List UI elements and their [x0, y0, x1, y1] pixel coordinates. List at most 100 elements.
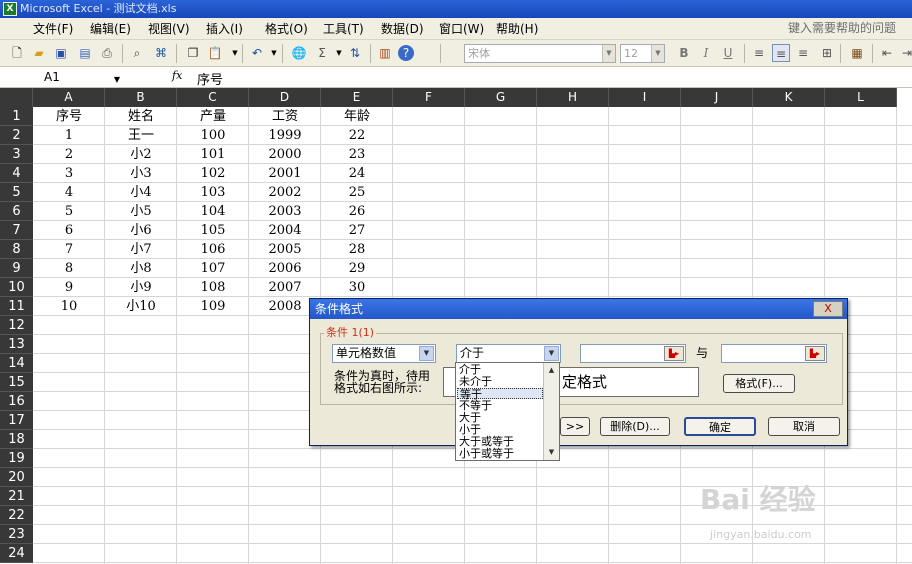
row-header[interactable]: 15 [0, 373, 33, 392]
table-cell[interactable]: 小4 [105, 183, 177, 202]
table-cell[interactable]: 2003 [249, 202, 321, 221]
table-cell[interactable]: 7 [33, 240, 105, 259]
operator-select[interactable]: 介于 ▼ [456, 344, 561, 363]
column-header-h[interactable]: H [537, 88, 609, 107]
menu-help[interactable]: 帮助(H) [496, 22, 538, 36]
row-header[interactable]: 1 [0, 107, 33, 126]
chevron-down-icon[interactable]: ▼ [544, 346, 559, 361]
column-header-d[interactable]: D [249, 88, 321, 107]
format-button[interactable]: 格式(F)... [723, 374, 795, 393]
table-cell[interactable]: 9 [33, 278, 105, 297]
row-header[interactable]: 3 [0, 145, 33, 164]
row-header[interactable]: 19 [0, 449, 33, 468]
table-cell[interactable]: 小5 [105, 202, 177, 221]
row-header[interactable]: 11 [0, 297, 33, 316]
row-header[interactable]: 13 [0, 335, 33, 354]
paste-icon[interactable]: 📋 [206, 44, 224, 62]
chevron-down-icon[interactable]: ▼ [265, 44, 283, 62]
menu-data[interactable]: 数据(D) [381, 22, 424, 36]
table-cell[interactable]: 25 [321, 183, 393, 202]
chevron-down-icon[interactable]: ▼ [544, 445, 559, 460]
table-cell[interactable]: 106 [177, 240, 249, 259]
table-cell[interactable]: 2002 [249, 183, 321, 202]
table-cell[interactable]: 26 [321, 202, 393, 221]
print-icon[interactable]: ⎙ [98, 44, 116, 62]
chevron-up-icon[interactable]: ▲ [544, 363, 559, 378]
table-cell[interactable]: 4 [33, 183, 105, 202]
chart-wizard-icon[interactable]: ▥ [376, 44, 394, 62]
table-cell[interactable]: 1 [33, 126, 105, 145]
row-header[interactable]: 12 [0, 316, 33, 335]
formula-input[interactable]: 序号 [197, 69, 223, 88]
table-cell[interactable]: 小6 [105, 221, 177, 240]
table-header-cell[interactable]: 序号 [33, 107, 105, 126]
menu-format[interactable]: 格式(O) [265, 22, 308, 36]
table-cell[interactable]: 104 [177, 202, 249, 221]
dropdown-option[interactable]: 大于或等于 [457, 436, 543, 447]
table-cell[interactable]: 102 [177, 164, 249, 183]
row-header[interactable]: 18 [0, 430, 33, 449]
column-header-e[interactable]: E [321, 88, 393, 107]
table-cell[interactable]: 29 [321, 259, 393, 278]
chevron-down-icon[interactable]: ▼ [114, 71, 120, 89]
row-header[interactable]: 2 [0, 126, 33, 145]
row-header[interactable]: 9 [0, 259, 33, 278]
decrease-indent-icon[interactable]: ⇤ [878, 44, 896, 62]
table-cell[interactable]: 5 [33, 202, 105, 221]
hyperlink-icon[interactable]: 🌐 [290, 44, 308, 62]
undo-icon[interactable]: ↶ [248, 44, 266, 62]
row-header[interactable]: 17 [0, 411, 33, 430]
align-center-icon[interactable]: ≡ [772, 44, 790, 62]
menu-edit[interactable]: 编辑(E) [90, 22, 131, 36]
table-header-cell[interactable]: 年龄 [321, 107, 393, 126]
range-select-icon[interactable]: ▙▸ [664, 346, 684, 361]
bold-button[interactable]: B [675, 44, 693, 62]
insert-function-icon[interactable]: fx [172, 69, 182, 82]
delete-button[interactable]: 删除(D)... [600, 417, 670, 436]
row-header[interactable]: 10 [0, 278, 33, 297]
column-header-l[interactable]: L [825, 88, 897, 107]
row-header[interactable]: 16 [0, 392, 33, 411]
menu-file[interactable]: 文件(F) [33, 22, 73, 36]
table-header-cell[interactable]: 产量 [177, 107, 249, 126]
excel-icon[interactable]: X [3, 2, 17, 16]
value2-input[interactable]: ▙▸ [721, 344, 827, 363]
row-header[interactable]: 21 [0, 487, 33, 506]
menu-insert[interactable]: 插入(I) [206, 22, 243, 36]
menu-view[interactable]: 视图(V) [148, 22, 190, 36]
underline-button[interactable]: U [719, 44, 737, 62]
table-cell[interactable]: 2007 [249, 278, 321, 297]
table-cell[interactable]: 2 [33, 145, 105, 164]
menu-window[interactable]: 窗口(W) [439, 22, 484, 36]
row-header[interactable]: 7 [0, 221, 33, 240]
select-all-corner[interactable] [0, 88, 33, 107]
table-cell[interactable]: 2001 [249, 164, 321, 183]
row-header[interactable]: 8 [0, 240, 33, 259]
table-cell[interactable]: 小3 [105, 164, 177, 183]
table-cell[interactable]: 28 [321, 240, 393, 259]
close-button[interactable]: X [813, 301, 843, 317]
column-header-j[interactable]: J [681, 88, 753, 107]
table-cell[interactable]: 103 [177, 183, 249, 202]
table-cell[interactable]: 30 [321, 278, 393, 297]
table-cell[interactable]: 22 [321, 126, 393, 145]
copy-icon[interactable]: ❐ [184, 44, 202, 62]
row-header[interactable]: 24 [0, 544, 33, 563]
permission-icon[interactable]: ▤ [76, 44, 94, 62]
row-header[interactable]: 5 [0, 183, 33, 202]
table-cell[interactable]: 2000 [249, 145, 321, 164]
table-cell[interactable]: 27 [321, 221, 393, 240]
add-condition-button[interactable]: >> [560, 417, 590, 436]
align-left-icon[interactable]: ≡ [750, 44, 768, 62]
row-header[interactable]: 14 [0, 354, 33, 373]
table-cell[interactable]: 小9 [105, 278, 177, 297]
dropdown-option[interactable]: 等于 [457, 388, 543, 400]
table-cell[interactable]: 101 [177, 145, 249, 164]
table-cell[interactable]: 小7 [105, 240, 177, 259]
merge-center-icon[interactable]: ⊞ [818, 44, 836, 62]
table-cell[interactable]: 王一 [105, 126, 177, 145]
name-box[interactable]: A1 ▼ [2, 68, 122, 86]
row-header[interactable]: 6 [0, 202, 33, 221]
sort-ascending-icon[interactable]: ⇅ [346, 44, 364, 62]
dropdown-option[interactable]: 大于 [457, 412, 543, 423]
